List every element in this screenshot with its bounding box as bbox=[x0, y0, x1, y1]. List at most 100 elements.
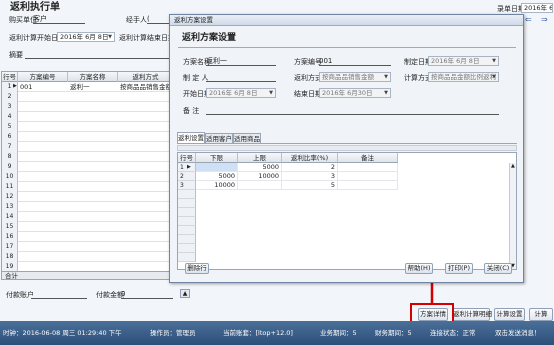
table-row[interactable]: 8 bbox=[2, 152, 172, 162]
cell-rate[interactable]: 2 bbox=[282, 163, 338, 172]
tab-rebate-settings[interactable]: 返利设置 bbox=[177, 132, 205, 143]
total-row: 合计 bbox=[1, 271, 173, 280]
cell-rebate-mode bbox=[118, 92, 172, 102]
pay-account-field[interactable] bbox=[31, 291, 87, 299]
grid-scrollbar[interactable]: ▲ ▼ bbox=[509, 163, 516, 269]
table-row[interactable]: 6 bbox=[2, 132, 172, 142]
cell-plan-code bbox=[18, 192, 68, 202]
cell-plan-name bbox=[68, 232, 118, 242]
table-row[interactable]: 3 bbox=[2, 102, 172, 112]
creator-field[interactable] bbox=[206, 74, 276, 82]
table-row[interactable]: 12 bbox=[2, 192, 172, 202]
summary-field[interactable] bbox=[25, 51, 171, 59]
cell-plan-code bbox=[18, 152, 68, 162]
table-row[interactable]: 18 bbox=[2, 252, 172, 262]
grid-row[interactable]: 3 10000 5 bbox=[178, 181, 516, 190]
table-row[interactable]: 13 bbox=[2, 202, 172, 212]
table-row[interactable]: 15 bbox=[2, 222, 172, 232]
col-header: 返利方式 bbox=[118, 72, 172, 82]
cell-plan-name bbox=[68, 142, 118, 152]
cell-lower[interactable] bbox=[196, 163, 238, 172]
collapse-up-icon[interactable]: ▲ bbox=[180, 289, 190, 298]
status-message[interactable]: 双击发送消息！ bbox=[495, 330, 541, 337]
table-row[interactable]: 14 bbox=[2, 212, 172, 222]
cell-plan-code: 001 bbox=[20, 83, 33, 91]
cell-lower[interactable]: 5000 bbox=[196, 172, 238, 181]
rebate-plan-dialog: 返利方案设置 返利方案设置 方案名称 返利一 方案编号 001 制定日期 201… bbox=[169, 14, 524, 283]
grid-row[interactable]: 2 5000 10000 3 bbox=[178, 172, 516, 181]
operator-field[interactable]: ( bbox=[147, 16, 169, 24]
cell-upper[interactable]: 10000 bbox=[238, 172, 282, 181]
cell-remark[interactable] bbox=[338, 172, 398, 181]
rebate-mode-select[interactable]: 按商品品销售金额 ▼ bbox=[319, 72, 391, 82]
chevron-down-icon: ▼ bbox=[108, 34, 112, 40]
cell-upper[interactable]: 5000 bbox=[238, 163, 282, 172]
grid-row[interactable] bbox=[178, 190, 516, 199]
customer-field[interactable]: 客户 bbox=[33, 16, 85, 24]
close-button[interactable]: 关闭(C) bbox=[484, 263, 512, 274]
cell-rebate-mode bbox=[118, 152, 172, 162]
next-record-icon[interactable]: ⇒ bbox=[541, 15, 548, 24]
cell-plan-name bbox=[68, 172, 118, 182]
grid-row[interactable] bbox=[178, 226, 516, 235]
cell-rate[interactable]: 5 bbox=[282, 181, 338, 190]
cell-plan-code bbox=[18, 102, 68, 112]
grid-row[interactable] bbox=[178, 217, 516, 226]
table-row[interactable]: 4 bbox=[2, 112, 172, 122]
creator-label: 制 定 人 bbox=[183, 74, 209, 82]
calc-button[interactable]: 计算 bbox=[529, 308, 553, 321]
row-number bbox=[178, 235, 196, 244]
cell-plan-code bbox=[18, 132, 68, 142]
plan-code-field[interactable]: 001 bbox=[319, 58, 391, 66]
grid-row[interactable]: 1 ▶ 5000 2 bbox=[178, 163, 516, 172]
cell-remark[interactable] bbox=[338, 163, 398, 172]
cell-rebate-mode bbox=[118, 202, 172, 212]
pay-amount-field[interactable]: 0 bbox=[121, 291, 173, 299]
row-number bbox=[178, 253, 196, 262]
tab-applicable-customers[interactable]: 适用客户 bbox=[205, 133, 233, 143]
calc-detail-button[interactable]: 返利计算明细 bbox=[452, 308, 492, 321]
cell-plan-code bbox=[18, 202, 68, 212]
calc-start-date-picker[interactable]: 2016年 6月 8日 ▼ bbox=[57, 32, 115, 42]
table-row[interactable]: 16 bbox=[2, 232, 172, 242]
cell-lower[interactable]: 10000 bbox=[196, 181, 238, 190]
cell-plan-code bbox=[18, 142, 68, 152]
row-number: 11 bbox=[2, 182, 18, 192]
start-date-picker[interactable]: 2016年 6月 8日 ▼ bbox=[206, 88, 276, 98]
delete-row-button[interactable]: 删除行 bbox=[185, 263, 209, 274]
end-date-picker[interactable]: 2016年 6月30日 ▼ bbox=[319, 88, 391, 98]
table-row[interactable]: 2 bbox=[2, 92, 172, 102]
status-time: 时钟：2016-06-08 周三 01:29:40 下午 bbox=[3, 329, 122, 337]
table-row[interactable]: 17 bbox=[2, 242, 172, 252]
table-row[interactable]: 5 bbox=[2, 122, 172, 132]
scroll-up-icon[interactable]: ▲ bbox=[511, 163, 515, 169]
grid-row[interactable] bbox=[178, 199, 516, 208]
table-row[interactable]: 7 bbox=[2, 142, 172, 152]
grid-row[interactable] bbox=[178, 208, 516, 217]
cell-remark[interactable] bbox=[338, 181, 398, 190]
calc-settings-button[interactable]: 计算设置 bbox=[494, 308, 525, 321]
table-row[interactable]: 1 ▶ 001 返利一 按商品品销售金额 bbox=[2, 82, 172, 92]
plan-name-field[interactable]: 返利一 bbox=[206, 58, 276, 66]
grid-row[interactable] bbox=[178, 244, 516, 253]
cell-upper[interactable] bbox=[238, 181, 282, 190]
created-date-picker[interactable]: 2016年 6月 8日 ▼ bbox=[428, 56, 499, 66]
table-row[interactable]: 11 bbox=[2, 182, 172, 192]
remark-field[interactable] bbox=[206, 107, 499, 115]
calc-mode-select[interactable]: 按商品品金额比例返利 ▼ bbox=[428, 72, 499, 82]
row-number: 2 bbox=[2, 92, 18, 102]
cell-rate[interactable]: 3 bbox=[282, 172, 338, 181]
table-row[interactable]: 9 bbox=[2, 162, 172, 172]
col-header: 行号 bbox=[178, 153, 196, 163]
grid-row[interactable] bbox=[178, 253, 516, 262]
row-number bbox=[178, 217, 196, 226]
tab-applicable-products[interactable]: 适用商品 bbox=[233, 133, 261, 143]
col-header: 方案名称 bbox=[68, 72, 118, 82]
table-row[interactable]: 10 bbox=[2, 172, 172, 182]
entry-date-picker[interactable]: 2016年 6月 bbox=[521, 3, 553, 13]
prev-record-icon[interactable]: ⇐ bbox=[525, 15, 532, 24]
row-number: 3 bbox=[2, 102, 18, 112]
help-button[interactable]: 帮助(H) bbox=[405, 263, 433, 274]
grid-row[interactable] bbox=[178, 235, 516, 244]
print-button[interactable]: 打印(P) bbox=[445, 263, 473, 274]
